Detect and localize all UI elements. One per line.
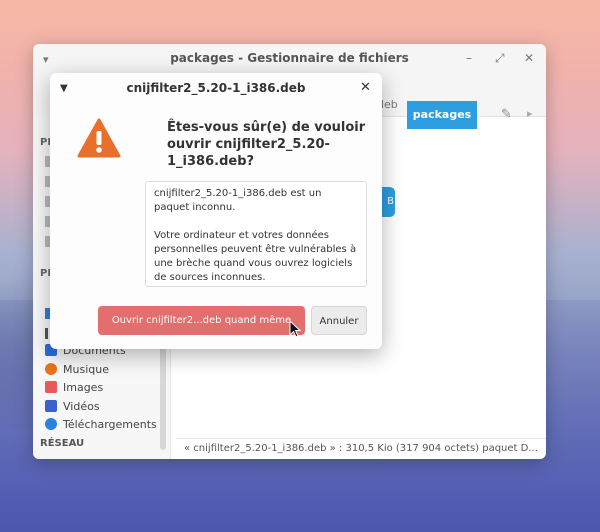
minimize-icon[interactable]: – [466, 51, 472, 65]
message-paragraph: cnijfilter2_5.20-1_i386.deb est un paque… [154, 188, 322, 213]
sidebar-item-downloads[interactable]: Téléchargements [45, 416, 157, 432]
close-icon[interactable]: ✕ [524, 51, 534, 65]
dialog-title: cnijfilter2_5.20-1_i386.deb [126, 81, 306, 95]
titlebar: ▾ packages - Gestionnaire de fichiers – … [33, 44, 546, 76]
warning-icon [77, 118, 121, 158]
edit-path-icon[interactable]: ✎ [501, 107, 512, 122]
cancel-button[interactable]: Annuler [311, 306, 367, 335]
breadcrumb-next-icon[interactable]: ▸ [527, 107, 533, 120]
sidebar-section-network: RÉSEAU [40, 438, 85, 449]
download-icon [45, 418, 57, 430]
sidebar-item-marker[interactable] [45, 328, 48, 339]
dialog-message: cnijfilter2_5.20-1_i386.deb est un paque… [145, 181, 367, 287]
sidebar-item-label: Téléchargements [63, 417, 157, 431]
music-icon [45, 363, 57, 375]
sidebar-item-label: Vidéos [63, 399, 100, 413]
sidebar-item-label: Musique [63, 362, 109, 376]
dialog-question: Êtes-vous sûr(e) de vouloir ouvrir cnijf… [167, 120, 366, 169]
dialog-close-icon[interactable]: ✕ [360, 80, 371, 95]
open-anyway-button[interactable]: Ouvrir cnijfilter2...deb quand même [98, 306, 305, 335]
sidebar-item-label: Images [63, 380, 104, 394]
sidebar-item-images[interactable]: Images [45, 379, 103, 395]
breadcrumb-packages[interactable]: packages [407, 101, 477, 129]
images-icon [45, 381, 57, 393]
video-icon [45, 400, 57, 412]
mouse-cursor-icon [289, 320, 301, 338]
sidebar-item-music[interactable]: Musique [45, 361, 109, 377]
message-paragraph: Votre ordinateur et votres données perso… [154, 230, 357, 283]
dialog-titlebar: ▼ cnijfilter2_5.20-1_i386.deb ✕ [50, 73, 382, 105]
sidebar-item-videos[interactable]: Vidéos [45, 398, 100, 414]
confirm-dialog: ▼ cnijfilter2_5.20-1_i386.deb ✕ Êtes-vou… [50, 73, 382, 349]
statusbar: « cnijfilter2_5.20-1_i386.deb » : 310,5 … [176, 438, 546, 459]
maximize-icon[interactable]: ⤢ [495, 51, 505, 66]
